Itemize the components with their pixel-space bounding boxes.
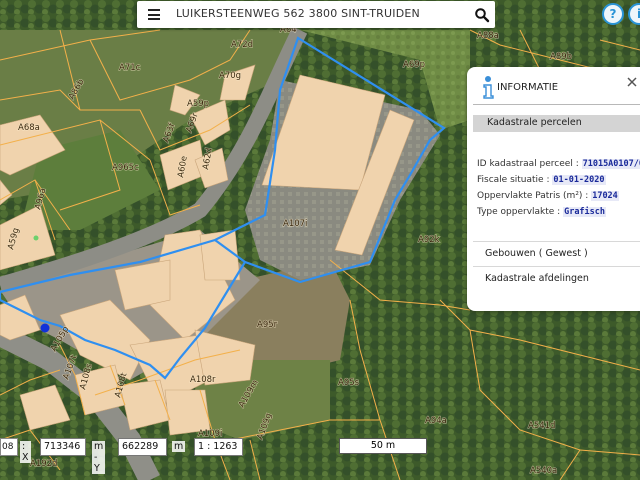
- projection-value: 08: [2, 442, 14, 452]
- parcel-label: A965c: [112, 163, 139, 173]
- attribute-value: Grafisch: [563, 207, 607, 217]
- parcel-label: A107i: [283, 219, 307, 229]
- location-marker-small: [33, 235, 39, 241]
- information-panel: INFORMATIE Kadastrale percelen ID kadast…: [467, 67, 640, 311]
- parcel-label: A541d: [528, 421, 555, 431]
- parcel-label: A88a: [477, 31, 499, 41]
- help-icon: ?: [609, 7, 617, 21]
- location-marker: [40, 323, 50, 333]
- attribute-label: Type oppervlakte :: [477, 207, 564, 217]
- attribute-value: 71015A0107/00R: [581, 159, 640, 169]
- attribute-value: 01-01-2020: [552, 175, 606, 185]
- scale-input[interactable]: 1 : 1263: [194, 438, 243, 456]
- projection-select[interactable]: 08: [0, 438, 18, 456]
- parcel-label: A89b: [550, 52, 572, 62]
- attribute-label: Oppervlakte Patris (m²) :: [477, 191, 592, 201]
- y-unit-label: m: [172, 441, 186, 452]
- attribute-fiscal-situation: Fiscale situatie : 01-01-2020: [477, 175, 606, 185]
- parcel-label: A69p: [403, 60, 425, 70]
- attribute-value: 17024: [591, 191, 619, 201]
- button-label: Kadastrale afdelingen: [485, 273, 589, 284]
- help-button[interactable]: ?: [602, 3, 624, 25]
- parcel-label: A72d: [231, 40, 253, 50]
- attribute-label: Fiscale situatie :: [477, 175, 553, 185]
- info-icon: [483, 76, 494, 99]
- parcel-label: A92k: [418, 235, 440, 245]
- attribute-parcel-id: ID kadastraal perceel : 71015A0107/00R: [477, 159, 640, 169]
- y-coordinate-input[interactable]: 662289: [118, 438, 167, 456]
- scale-bar: 50 m: [339, 438, 427, 454]
- search-address-text[interactable]: LUIKERSTEENWEG 562 3800 SINT-TRUIDEN: [176, 7, 420, 20]
- close-icon[interactable]: [627, 77, 637, 87]
- parcel-label: A95s: [338, 378, 360, 388]
- section-cadastral-parcels[interactable]: Kadastrale percelen: [473, 115, 640, 132]
- y-coordinate-label: m - Y: [92, 441, 106, 474]
- parcel-label: A540a: [530, 466, 557, 476]
- x-coordinate-label: : X: [20, 441, 31, 463]
- parcel-label: A70g: [219, 71, 241, 81]
- parcel-label: A94a: [425, 416, 447, 426]
- parcel-label: A192d: [30, 459, 57, 469]
- attribute-label: ID kadastraal perceel :: [477, 159, 582, 169]
- cadastral-divisions-button[interactable]: Kadastrale afdelingen: [473, 266, 640, 291]
- scale-bar-label: 50 m: [370, 440, 396, 451]
- info-panel-divider: [473, 104, 640, 105]
- buildings-region-button[interactable]: Gebouwen ( Gewest ): [473, 241, 640, 266]
- parcel-label: A95r: [257, 320, 278, 330]
- section-title: Kadastrale percelen: [487, 117, 582, 128]
- button-label: Gebouwen ( Gewest ): [485, 248, 588, 259]
- parcel-label: A59p: [187, 99, 209, 109]
- search-icon[interactable]: [474, 7, 490, 23]
- x-coordinate-input[interactable]: 713346: [40, 438, 86, 456]
- attribute-area-type: Type oppervlakte : Grafisch: [477, 207, 607, 217]
- search-bar[interactable]: LUIKERSTEENWEG 562 3800 SINT-TRUIDEN: [137, 1, 495, 28]
- parcel-label: A71c: [119, 63, 141, 73]
- info-panel-title: INFORMATIE: [497, 82, 559, 93]
- parcel-label: A68a: [18, 123, 40, 133]
- attribute-area: Oppervlakte Patris (m²) : 17024: [477, 191, 619, 201]
- parcel-label: A108r: [190, 375, 216, 385]
- hamburger-menu-icon[interactable]: [148, 9, 160, 20]
